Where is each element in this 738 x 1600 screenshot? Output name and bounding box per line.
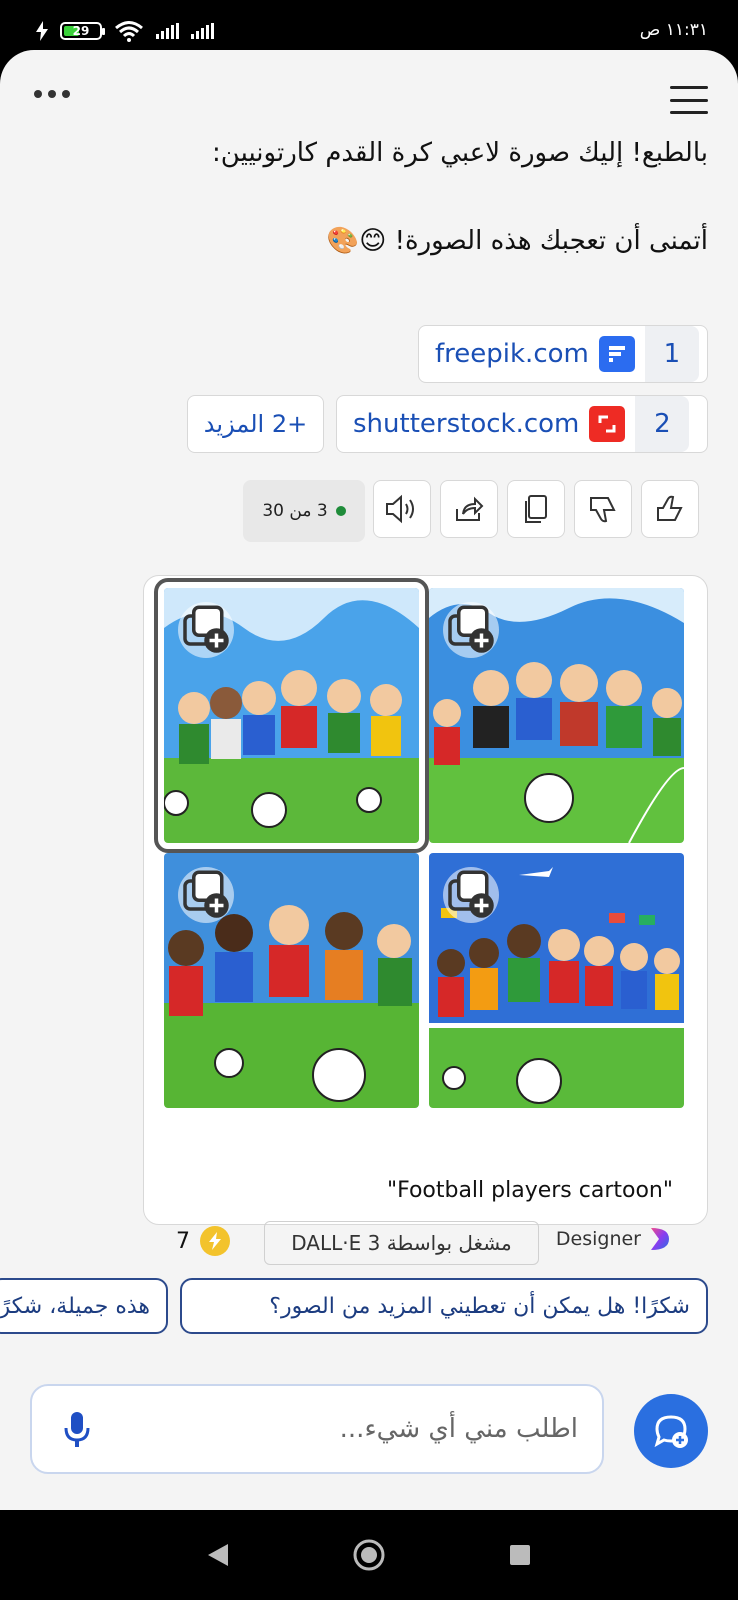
copy-icon — [525, 495, 547, 523]
designer-logo-icon — [651, 1228, 669, 1250]
image-result-card: "Football players cartoon" Designer مشغل… — [143, 575, 708, 1265]
back-icon[interactable] — [206, 1542, 230, 1568]
generated-image-3[interactable] — [164, 853, 419, 1108]
source-number: 2 — [635, 396, 690, 452]
add-to-collection-icon[interactable] — [178, 602, 234, 658]
source-number: 1 — [644, 326, 699, 382]
status-bar: 29 ١١:٣١ ص — [0, 0, 738, 50]
thumbs-down-icon — [590, 497, 616, 523]
microphone-icon[interactable] — [62, 1410, 92, 1450]
designer-label: Designer — [555, 1228, 641, 1250]
status-icons: 29 — [36, 20, 214, 42]
source-domain: freepik.com — [435, 339, 589, 369]
add-to-collection-icon[interactable] — [443, 602, 499, 658]
recents-icon[interactable] — [508, 1543, 532, 1567]
freepik-logo-icon — [598, 336, 635, 372]
source-chip-shutterstock[interactable]: 2 shutterstock.com — [336, 395, 708, 453]
new-chat-icon — [654, 1415, 688, 1448]
source-domain: shutterstock.com — [353, 409, 580, 439]
suggestion-chip-thanks[interactable]: هذه جميلة، شكرًا! — [0, 1278, 168, 1334]
boosts-count: 7 — [176, 1228, 190, 1254]
home-icon[interactable] — [352, 1538, 386, 1572]
menu-icon[interactable] — [670, 86, 708, 114]
boosts-counter: 7 — [176, 1226, 230, 1256]
generated-image-4[interactable] — [429, 853, 684, 1108]
signal-icon — [156, 23, 179, 39]
charging-icon — [36, 21, 48, 41]
suggestion-chip-more-images[interactable]: شكرًا! هل يمكن أن تعطيني المزيد من الصور… — [180, 1278, 708, 1334]
like-button[interactable] — [641, 480, 699, 538]
response-text-1: بالطبع! إليك صورة لاعبي كرة القدم كارتون… — [212, 138, 708, 168]
chat-input[interactable]: اطلب مني أي شيء... — [30, 1384, 604, 1474]
battery-icon: 29 — [60, 22, 105, 40]
generated-image-1[interactable] — [154, 578, 429, 853]
speaker-icon — [386, 494, 414, 524]
more-options-icon[interactable] — [34, 90, 70, 98]
boost-coin-icon — [200, 1226, 230, 1256]
share-button[interactable] — [440, 480, 498, 538]
read-aloud-button[interactable] — [373, 480, 431, 538]
designer-credit[interactable]: Designer — [556, 1226, 673, 1252]
thumbs-up-icon — [657, 495, 683, 521]
dislike-button[interactable] — [574, 480, 632, 538]
signal-icon-2 — [191, 23, 214, 39]
shutterstock-logo-icon — [589, 406, 626, 442]
response-text-2: أتمنى أن تعجبك هذه الصورة! 😊🎨 — [326, 226, 708, 256]
share-icon — [456, 496, 484, 521]
new-topic-button[interactable] — [634, 1394, 708, 1468]
image-caption: "Football players cartoon" — [386, 1178, 673, 1203]
counter-text: 3 من 30 — [262, 501, 328, 521]
status-time: ١١:٣١ ص — [639, 20, 708, 40]
add-to-collection-icon[interactable] — [178, 867, 234, 923]
generated-image-2[interactable] — [429, 588, 684, 843]
source-chip-freepik[interactable]: 1 freepik.com — [418, 325, 708, 383]
system-nav-bar — [0, 1510, 738, 1600]
chat-input-placeholder: اطلب مني أي شيء... — [339, 1414, 578, 1444]
battery-level: 29 — [72, 24, 90, 38]
add-to-collection-icon[interactable] — [443, 867, 499, 923]
powered-by-dalle: مشغل بواسطة DALL·E 3 — [264, 1221, 539, 1265]
wifi-icon — [115, 21, 143, 42]
more-sources-button[interactable]: +2 المزيد — [187, 395, 324, 453]
message-counter: 3 من 30 — [243, 480, 365, 542]
copy-button[interactable] — [507, 480, 565, 538]
status-dot — [335, 506, 346, 516]
chat-screen: بالطبع! إليك صورة لاعبي كرة القدم كارتون… — [0, 50, 738, 1510]
